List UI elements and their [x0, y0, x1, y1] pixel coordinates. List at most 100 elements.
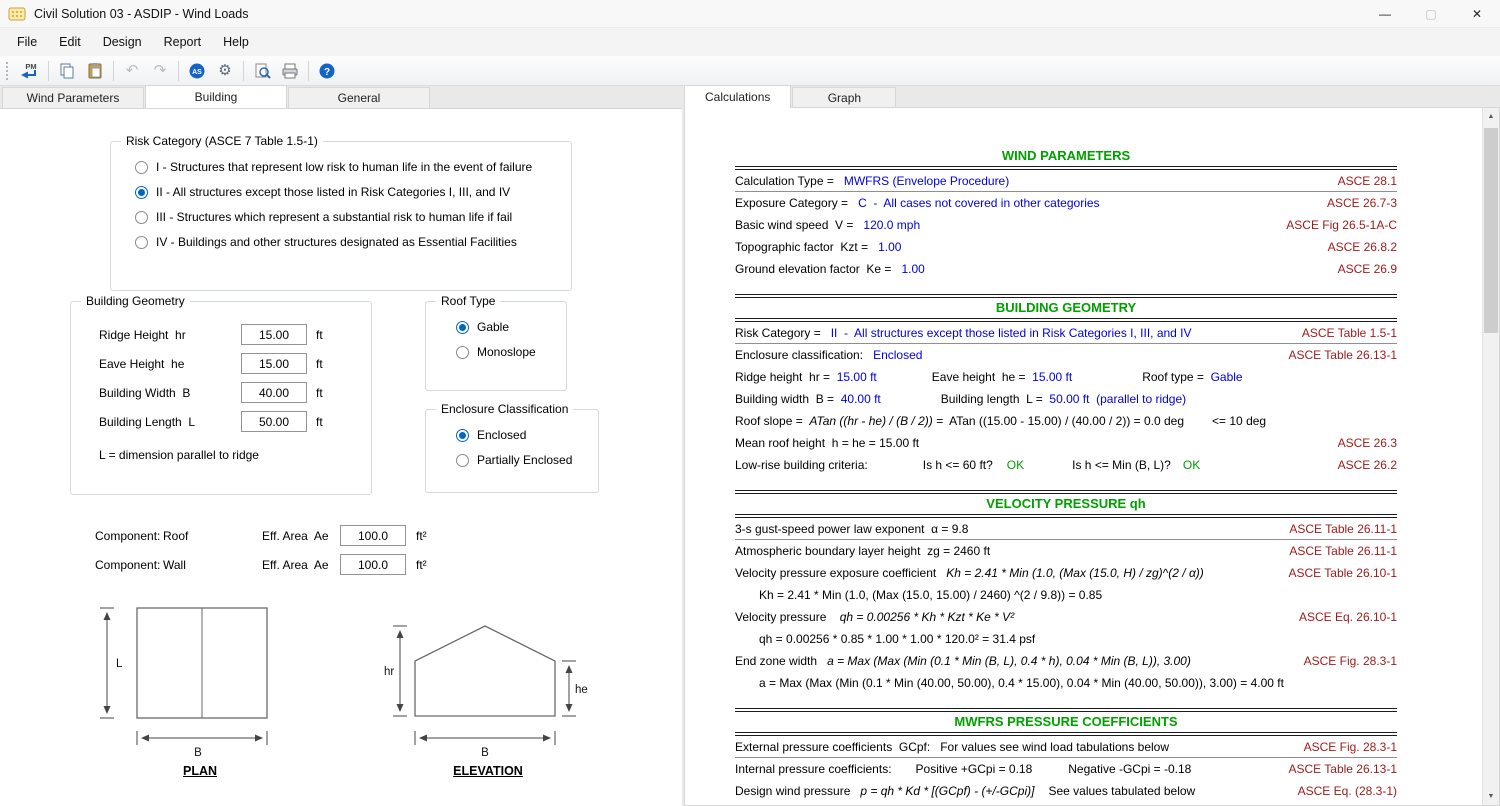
pm-button[interactable]: PM [17, 59, 43, 83]
title-bar: Civil Solution 03 - ASDIP - Wind Loads —… [0, 0, 1500, 28]
effective-area-input[interactable] [340, 554, 406, 575]
report-segment: Roof type = [1142, 370, 1211, 384]
pm-arrow-icon: PM [21, 62, 37, 78]
asce-reference: ASCE 26.3 [1337, 436, 1397, 450]
toolbar-separator [178, 60, 179, 81]
gear-icon: ⚙ [218, 62, 232, 79]
print-preview-icon [255, 63, 271, 79]
radio-button[interactable] [456, 453, 469, 467]
print-button[interactable] [277, 59, 303, 83]
report-row-text: a = Max (Max (Min (0.1 * Min (40.00, 50.… [759, 676, 1397, 690]
field-input[interactable] [241, 353, 307, 374]
menu-item-design[interactable]: Design [92, 31, 153, 53]
area-unit: ft² [416, 528, 427, 543]
close-button[interactable]: ✕ [1454, 0, 1500, 27]
radio-button[interactable] [135, 185, 148, 199]
asdip-button[interactable]: AS [184, 59, 210, 83]
settings-button[interactable]: ⚙ [212, 59, 238, 83]
help-button[interactable]: ? [314, 59, 340, 83]
report-segment: Mean roof height h = he = 15.00 ft [735, 436, 920, 450]
vertical-scrollbar[interactable]: ▲ ▼ [1482, 108, 1499, 805]
plan-dim-l-label: L [116, 658, 123, 670]
field-input[interactable] [241, 324, 307, 345]
radio-button[interactable] [135, 210, 148, 224]
report-segment: See values tabulated below [1048, 784, 1196, 798]
enclosure-option[interactable]: Partially Enclosed [456, 453, 598, 467]
window-controls: — ▢ ✕ [1362, 0, 1500, 27]
asce-reference: ASCE Table 26.10-1 [1288, 566, 1397, 580]
risk-category-option[interactable]: II - All structures except those listed … [135, 185, 571, 199]
scrollbar-thumb[interactable] [1484, 128, 1498, 333]
asce-reference: ASCE Fig. 28.3-1 [1303, 739, 1397, 754]
enclosure-group-title: Enclosure Classification [436, 402, 574, 416]
maximize-button[interactable]: ▢ [1408, 0, 1454, 27]
effective-area-input[interactable] [340, 525, 406, 546]
asce-reference: ASCE Table 26.11-1 [1289, 521, 1397, 536]
undo-icon: ↶ [125, 62, 139, 79]
report-row: Design wind pressure p = qh * Kd * [(GCp… [735, 780, 1397, 802]
report-segment: Eave height he = [931, 370, 1033, 384]
right-tab-strip: Calculations Graph [684, 85, 1500, 108]
field-input[interactable] [241, 382, 307, 403]
radio-button[interactable] [135, 235, 148, 249]
menu-item-help[interactable]: Help [212, 31, 260, 53]
enclosure-group: Enclosure Classification Enclosed Partial… [425, 402, 599, 493]
radio-button[interactable] [135, 160, 148, 174]
report-segment: ATan ((15.00 - 15.00) / (40.00 / 2)) = 0… [943, 414, 1185, 428]
roof-type-option[interactable]: Gable [456, 320, 566, 334]
help-icon: ? [319, 63, 335, 78]
elevation-dim-he-label: he [575, 684, 588, 696]
toolbar-separator [48, 60, 49, 81]
tab-graph[interactable]: Graph [792, 87, 897, 108]
section-title: BUILDING GEOMETRY [995, 300, 1137, 315]
report-segment: <= 10 deg [1212, 414, 1267, 428]
copy-icon [60, 63, 74, 78]
geometry-field-row: Eave Height he ft [99, 353, 371, 374]
report-segment: Design wind pressure [735, 784, 861, 798]
radio-button[interactable] [456, 428, 469, 442]
menu-item-edit[interactable]: Edit [48, 31, 92, 53]
report-segment: Kh = 2.41 * Min (1.0, (Max (15.0, H) / z… [946, 566, 1204, 580]
copy-button[interactable] [54, 59, 80, 83]
tab-calculations[interactable]: Calculations [684, 85, 792, 108]
component-name: Wall [163, 557, 186, 572]
redo-button[interactable]: ↷ [147, 59, 173, 83]
tab-wind-parameters[interactable]: Wind Parameters [2, 87, 144, 108]
paste-button[interactable] [82, 59, 108, 83]
scroll-down-arrow[interactable]: ▼ [1483, 788, 1499, 805]
radio-button[interactable] [456, 345, 469, 359]
tab-general[interactable]: General [288, 87, 430, 108]
report-row-text: Ridge height hr = 15.00 ft Eave height he… [735, 370, 1397, 384]
report-segment: Building length L = [940, 392, 1050, 406]
field-label: Eave Height he [99, 356, 185, 371]
radio-button[interactable] [456, 320, 469, 334]
report-row-text: External pressure coefficients GCpf: For… [735, 740, 1296, 754]
risk-category-option[interactable]: I - Structures that represent low risk t… [135, 160, 571, 174]
roof-type-option[interactable]: Monoslope [456, 345, 566, 359]
undo-button[interactable]: ↶ [119, 59, 145, 83]
elevation-caption: ELEVATION [453, 764, 523, 778]
elevation-diagram: hr he B [384, 625, 588, 759]
menu-item-file[interactable]: File [6, 31, 48, 53]
effective-area-label: Eff. Area Ae [262, 557, 329, 572]
field-input[interactable] [241, 411, 307, 432]
enclosure-option[interactable]: Enclosed [456, 428, 598, 442]
tab-building[interactable]: Building [145, 85, 287, 108]
minimize-button[interactable]: — [1362, 0, 1408, 27]
asce-reference: ASCE Fig. 28.3-1 [1303, 654, 1397, 668]
report-row: Low-rise building criteria: Is h <= 60 ft… [735, 454, 1397, 476]
risk-category-option[interactable]: III - Structures which represent a subst… [135, 210, 571, 224]
geometry-note: L = dimension parallel to ridge [99, 448, 259, 462]
calculations-panel: WIND PARAMETERS Calculation Type = MWFRS … [684, 107, 1500, 806]
section-title: MWFRS PRESSURE COEFFICIENTS [954, 714, 1178, 729]
building-panel: Risk Category (ASCE 7 Table 1.5-1) I - S… [0, 108, 682, 806]
risk-category-option[interactable]: IV - Buildings and other structures desi… [135, 235, 571, 249]
report-segment: MWFRS (Envelope Procedure) [843, 173, 1010, 188]
scroll-up-arrow[interactable]: ▲ [1483, 108, 1499, 125]
geometry-field-row: Building Width B ft [99, 382, 371, 403]
report-row: Enclosure classification: Enclosed ASCE T… [735, 344, 1397, 366]
asce-reference: ASCE Table 26.13-1 [1288, 762, 1397, 776]
report-row-text: Roof slope = ATan ((hr - he) / (B / 2)) … [735, 414, 1397, 428]
menu-item-report[interactable]: Report [153, 31, 213, 53]
print-preview-button[interactable] [249, 59, 275, 83]
